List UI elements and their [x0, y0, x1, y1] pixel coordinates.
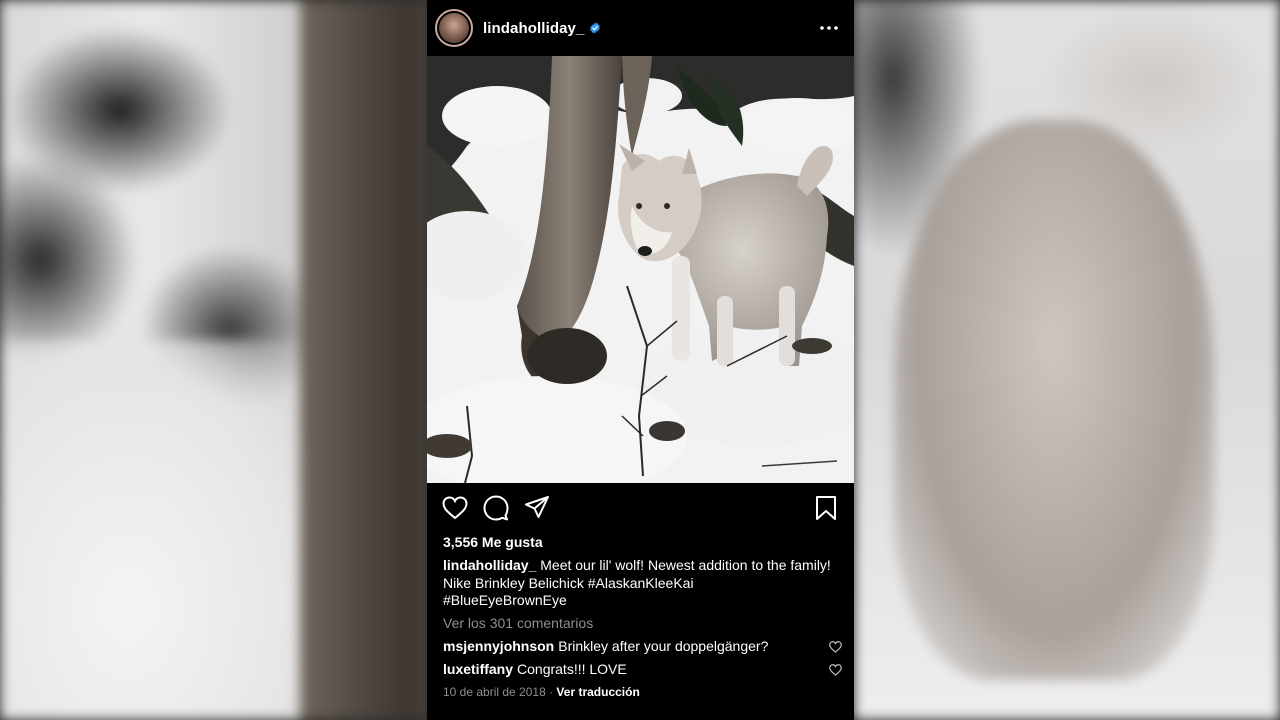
blurred-backdrop-right	[854, 0, 1280, 720]
comment-like-heart-icon[interactable]	[828, 663, 842, 677]
instagram-post: lindaholliday_ 3,556 Me gusta lindaholli…	[427, 0, 854, 720]
comment-username[interactable]: msjennyjohnson	[443, 638, 554, 654]
caption-text: Meet our lil' wolf! Newest addition to t…	[540, 557, 831, 573]
post-meta: 3,556 Me gusta lindaholliday_ Meet our l…	[427, 534, 854, 701]
comment-text: Congrats!!! LOVE	[517, 661, 627, 677]
post-header: lindaholliday_	[427, 0, 854, 56]
more-options-icon[interactable]	[818, 17, 840, 39]
view-all-comments-link[interactable]: Ver los 301 comentarios	[443, 615, 838, 632]
bookmark-icon[interactable]	[812, 494, 840, 522]
caption-line-3: #BlueEyeBrownEye	[443, 592, 567, 608]
see-translation-link[interactable]: Ver traducción	[556, 685, 639, 699]
post-footer: 10 de abril de 2018 · Ver traducción	[443, 684, 838, 701]
comment-row: msjennyjohnson Brinkley after your doppel…	[443, 638, 842, 655]
post-date: 10 de abril de 2018	[443, 685, 546, 699]
puppy-in-snow-image	[427, 56, 854, 483]
caption-username[interactable]: lindaholliday_	[443, 557, 536, 573]
blurred-tree-trunk	[300, 0, 420, 720]
comment-row: luxetiffany Congrats!!! LOVE	[443, 661, 842, 678]
blurred-puppy	[894, 120, 1214, 680]
comment-like-heart-icon[interactable]	[828, 640, 842, 654]
caption-line-2: Nike Brinkley Belichick #AlaskanKleeKai	[443, 575, 694, 591]
likes-count[interactable]: 3,556 Me gusta	[443, 534, 838, 551]
post-actions-bar	[427, 483, 854, 533]
post-photo[interactable]	[427, 56, 854, 483]
avatar-image	[439, 13, 469, 43]
header-username[interactable]: lindaholliday_	[483, 20, 584, 37]
comment-text: Brinkley after your doppelgänger?	[558, 638, 769, 654]
paper-plane-icon[interactable]	[523, 494, 551, 522]
verified-badge-icon	[590, 22, 601, 34]
heart-icon[interactable]	[441, 494, 469, 522]
caption: lindaholliday_ Meet our lil' wolf! Newes…	[443, 557, 838, 574]
comment-bubble-icon[interactable]	[482, 494, 510, 522]
avatar[interactable]	[435, 9, 473, 47]
comment-username[interactable]: luxetiffany	[443, 661, 513, 677]
footer-separator: ·	[545, 685, 557, 699]
blurred-snow	[0, 340, 320, 720]
blurred-backdrop-left	[0, 0, 427, 720]
